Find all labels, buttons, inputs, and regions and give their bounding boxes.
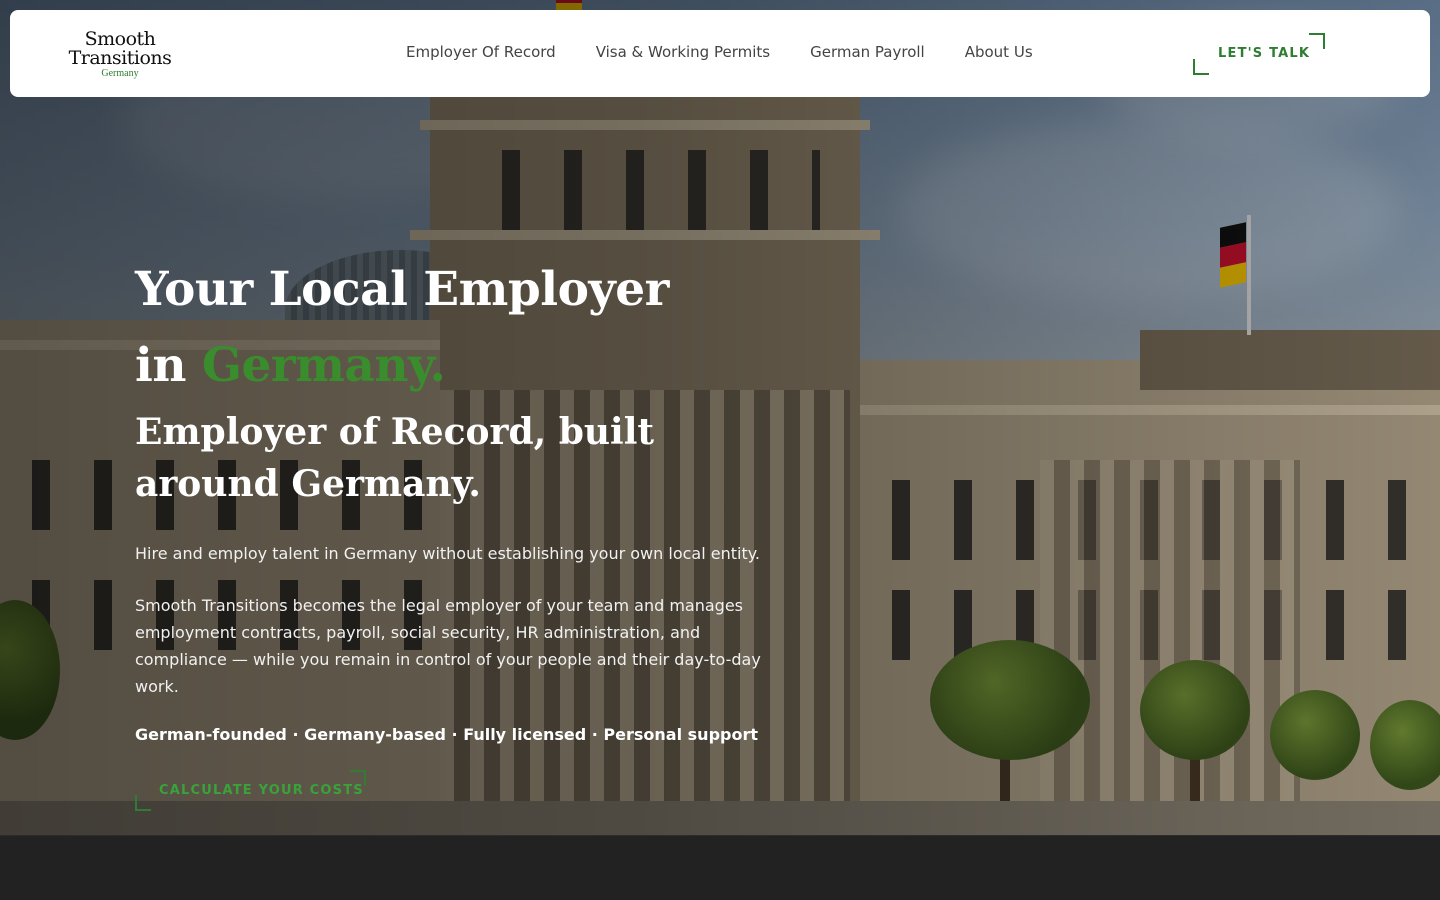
hero-content: Your Local Employer in Germany. Employer…	[135, 252, 815, 744]
calculate-costs-label: CALCULATE YOUR COSTS	[159, 783, 364, 798]
corner-bracket-top-right	[1309, 33, 1325, 49]
nav-visa-working-permits[interactable]: Visa & Working Permits	[596, 43, 770, 61]
nav-employer-of-record[interactable]: Employer Of Record	[406, 43, 556, 61]
hero-title-prefix: in	[135, 338, 202, 393]
main-nav: Employer Of Record Visa & Working Permit…	[406, 43, 1033, 61]
hero-title-accent: Germany.	[201, 338, 446, 393]
hero-paragraph-1: Hire and employ talent in Germany withou…	[135, 544, 760, 563]
hero-title: Your Local Employer in Germany.	[135, 252, 815, 404]
site-header: Smooth Transitions Germany Employer Of R…	[10, 10, 1430, 97]
logo-line-2: Transitions	[68, 47, 172, 69]
hero-subtitle: Employer of Record, built around Germany…	[135, 411, 655, 505]
lets-talk-button[interactable]: LET'S TALK	[1193, 33, 1325, 75]
footer-strip	[0, 835, 1440, 900]
lets-talk-label: LET'S TALK	[1218, 46, 1311, 61]
logo-line-3: Germany	[101, 68, 139, 79]
corner-bracket-bottom-left	[135, 795, 151, 811]
nav-about-us[interactable]: About Us	[965, 43, 1033, 61]
hero-title-line-1: Your Local Employer	[135, 262, 669, 317]
corner-bracket-bottom-left	[1193, 59, 1209, 75]
nav-german-payroll[interactable]: German Payroll	[810, 43, 925, 61]
hero-paragraph-2: Smooth Transitions becomes the legal emp…	[135, 596, 761, 696]
logo[interactable]: Smooth Transitions Germany	[60, 30, 180, 80]
hero-tagline: German-founded · Germany-based · Fully l…	[135, 725, 758, 744]
calculate-costs-button[interactable]: CALCULATE YOUR COSTS	[135, 770, 366, 811]
